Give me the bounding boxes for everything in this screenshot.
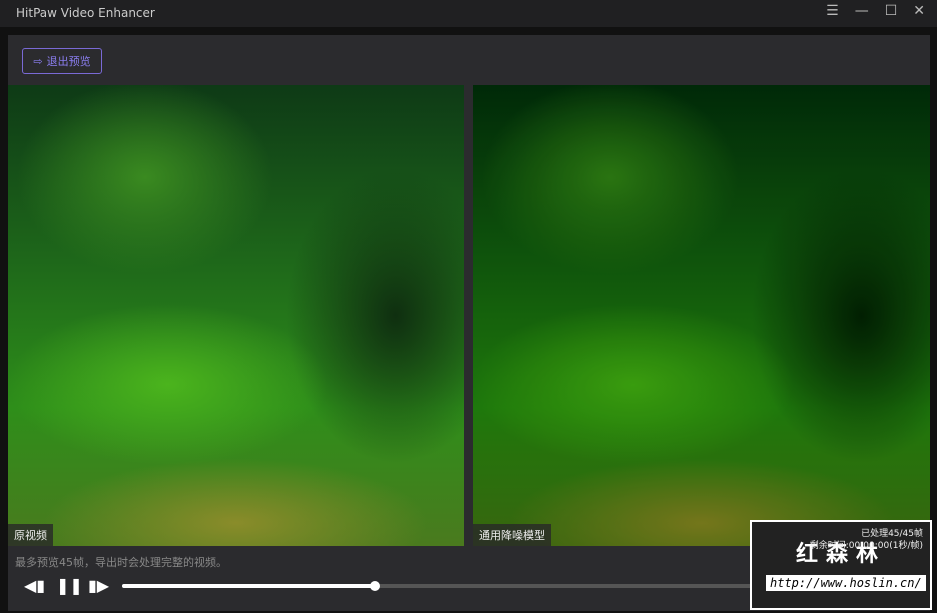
remaining-time: 剩余时间:00:00:00(1秒/帧) (809, 541, 923, 551)
maximize-icon[interactable]: ☐ (885, 3, 898, 19)
exit-preview-label: 退出预览 (46, 56, 91, 68)
minimize-icon[interactable]: — (855, 3, 869, 19)
menu-icon[interactable]: ☰ (826, 3, 839, 19)
progress-thumb[interactable] (369, 581, 380, 591)
enhanced-video-pane: 通用降噪模型 (473, 85, 930, 546)
original-video-label: 原视频 (8, 524, 53, 546)
app-title: HitPaw Video Enhancer (16, 6, 155, 20)
processed-frames: 已处理45/45帧 (861, 529, 923, 539)
pause-button[interactable]: ❚❚ (56, 576, 83, 595)
watermark-url: http://www.hoslin.cn/ (766, 575, 926, 591)
exit-preview-button[interactable]: ⇨ 退出预览 (22, 48, 102, 74)
next-frame-button[interactable]: ▮▶ (88, 576, 109, 595)
title-bar: HitPaw Video Enhancer ☰ — ☐ ✕ (0, 0, 937, 27)
model-label: 通用降噪模型 (473, 524, 551, 546)
progress-fill (122, 584, 375, 588)
original-video-pane: 原视频 (8, 85, 464, 546)
processing-stats: 已处理45/45帧 剩余时间:00:00:00(1秒/帧) (810, 528, 923, 552)
original-video-frame (8, 85, 464, 546)
previous-frame-button[interactable]: ◀▮ (24, 576, 45, 595)
preview-hint: 最多预览45帧，导出时会处理完整的视频。 (15, 556, 227, 569)
exit-icon: ⇨ (33, 55, 43, 68)
enhanced-video-frame (473, 85, 930, 546)
close-icon[interactable]: ✕ (913, 3, 925, 19)
